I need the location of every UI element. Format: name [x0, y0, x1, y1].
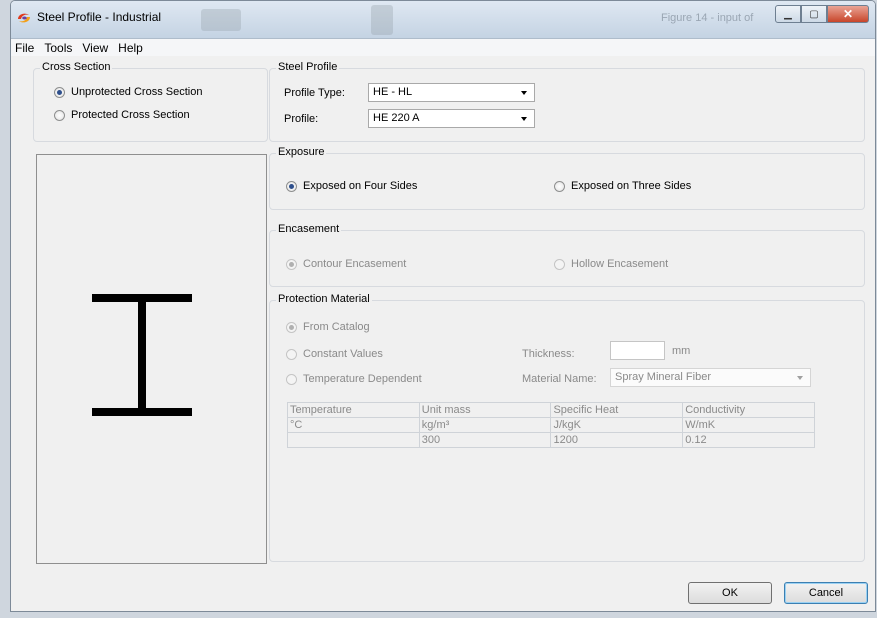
- table-header: Specific Heat: [550, 402, 684, 418]
- table-row[interactable]: 300 1200 0.12: [287, 432, 815, 448]
- table-header: Temperature: [287, 402, 420, 418]
- menu-file[interactable]: File: [15, 41, 34, 55]
- radio-label: Exposed on Three Sides: [571, 180, 692, 192]
- radio-dot: [286, 321, 297, 333]
- minimize-icon[interactable]: ▁: [775, 5, 801, 23]
- radio-label: Contour Encasement: [303, 258, 407, 270]
- radio-from-catalog[interactable]: From Catalog: [286, 321, 370, 333]
- radio-four-sides[interactable]: Exposed on Four Sides: [286, 180, 417, 192]
- menu-view[interactable]: View: [82, 41, 108, 55]
- table-cell: J/kgK: [550, 417, 684, 433]
- profile-combo[interactable]: HE 220 A: [368, 109, 535, 128]
- radio-dot: [286, 180, 297, 192]
- table-units-row: °C kg/m³ J/kgK W/mK: [287, 417, 815, 433]
- radio-constant-values[interactable]: Constant Values: [286, 348, 383, 360]
- radio-three-sides[interactable]: Exposed on Three Sides: [554, 180, 691, 192]
- menu-tools[interactable]: Tools: [44, 41, 72, 55]
- table-cell: °C: [287, 417, 420, 433]
- cross-section-group: Cross Section Unprotected Cross Section …: [33, 61, 268, 142]
- close-icon[interactable]: ✕: [827, 5, 869, 23]
- radio-label: Exposed on Four Sides: [303, 180, 418, 192]
- exposure-title: Exposure: [276, 146, 327, 158]
- exposure-group: Exposure Exposed on Four Sides Exposed o…: [269, 146, 865, 210]
- radio-label: From Catalog: [303, 321, 370, 333]
- radio-dot: [554, 180, 565, 192]
- encasement-group: Encasement Contour Encasement Hollow Enc…: [269, 223, 865, 287]
- thickness-label: Thickness:: [522, 348, 575, 360]
- caption-buttons: ▁ ▢ ✕: [775, 5, 869, 23]
- thickness-unit: mm: [672, 345, 691, 357]
- radio-label: Hollow Encasement: [571, 258, 669, 270]
- radio-label: Constant Values: [303, 348, 383, 360]
- window-title: Steel Profile - Industrial: [37, 10, 162, 24]
- table-cell[interactable]: 300: [418, 432, 552, 448]
- steel-profile-group: Steel Profile Profile Type: HE - HL Prof…: [269, 61, 865, 142]
- table-cell: kg/m³: [418, 417, 552, 433]
- menu-help[interactable]: Help: [118, 41, 143, 55]
- ok-button[interactable]: OK: [688, 582, 772, 604]
- table-cell[interactable]: 0.12: [682, 432, 815, 448]
- material-name-combo[interactable]: Spray Mineral Fiber: [610, 368, 811, 387]
- thickness-input[interactable]: [610, 341, 665, 360]
- material-properties-table: Temperature Unit mass Specific Heat Cond…: [287, 402, 815, 448]
- radio-dot: [286, 373, 297, 385]
- radio-label: Temperature Dependent: [303, 373, 422, 385]
- radio-dot: [286, 348, 297, 360]
- cross-section-preview: [36, 154, 267, 564]
- radio-protected[interactable]: Protected Cross Section: [54, 109, 190, 121]
- radio-unprotected[interactable]: Unprotected Cross Section: [54, 86, 202, 98]
- radio-hollow[interactable]: Hollow Encasement: [554, 258, 668, 270]
- menu-bar: File Tools View Help: [11, 39, 875, 56]
- table-cell: W/mK: [682, 417, 815, 433]
- profile-type-combo[interactable]: HE - HL: [368, 83, 535, 102]
- radio-contour[interactable]: Contour Encasement: [286, 258, 406, 270]
- cross-section-title: Cross Section: [40, 61, 113, 73]
- table-cell[interactable]: [287, 432, 420, 448]
- table-header: Unit mass: [418, 402, 552, 418]
- radio-label: Unprotected Cross Section: [71, 86, 203, 98]
- profile-label: Profile:: [284, 113, 319, 125]
- cancel-button[interactable]: Cancel: [784, 582, 868, 604]
- steel-profile-title: Steel Profile: [276, 61, 340, 73]
- profile-type-value: HE - HL: [373, 86, 413, 98]
- chevron-down-icon: [521, 91, 527, 95]
- title-bar-blur: [371, 5, 393, 35]
- radio-temperature-dependent[interactable]: Temperature Dependent: [286, 373, 422, 385]
- radio-dot: [286, 258, 297, 270]
- background-window-title: Figure 14 - input of: [661, 12, 754, 24]
- maximize-icon[interactable]: ▢: [801, 5, 827, 23]
- radio-label: Protected Cross Section: [71, 109, 190, 121]
- chevron-down-icon: [797, 376, 803, 380]
- profile-value: HE 220 A: [373, 112, 420, 124]
- profile-type-label: Profile Type:: [284, 87, 345, 99]
- protection-material-title: Protection Material: [276, 293, 372, 305]
- title-bar-blur: [201, 9, 241, 31]
- dialog-window: Steel Profile - Industrial Figure 14 - i…: [10, 0, 876, 612]
- table-header-row: Temperature Unit mass Specific Heat Cond…: [287, 402, 815, 418]
- encasement-title: Encasement: [276, 223, 342, 235]
- table-cell[interactable]: 1200: [550, 432, 684, 448]
- radio-dot: [54, 109, 65, 121]
- title-bar[interactable]: Steel Profile - Industrial Figure 14 - i…: [11, 1, 875, 39]
- table-header: Conductivity: [682, 402, 815, 418]
- material-name-value: Spray Mineral Fiber: [615, 371, 711, 383]
- chevron-down-icon: [521, 117, 527, 121]
- radio-dot: [54, 86, 65, 98]
- i-beam-icon: [92, 294, 192, 416]
- radio-dot: [554, 258, 565, 270]
- app-swirl-icon: [18, 13, 30, 23]
- material-name-label: Material Name:: [522, 373, 597, 385]
